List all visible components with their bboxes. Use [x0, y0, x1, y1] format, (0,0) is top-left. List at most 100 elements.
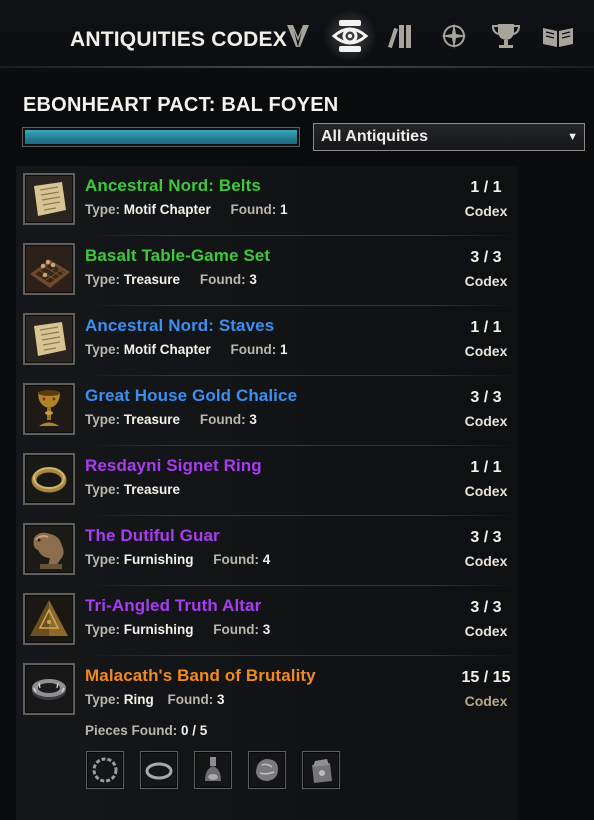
type-value: Treasure	[123, 272, 181, 287]
item-meta: Type: Ring Found: 3	[85, 692, 225, 707]
item-meta: Type: Treasure Found: 3	[85, 272, 257, 287]
type-label: Type:	[85, 552, 121, 567]
item-name: The Dutiful Guar	[85, 526, 220, 545]
found-value: 3	[249, 412, 257, 427]
type-value: Furnishing	[123, 622, 194, 637]
set-piece-slot[interactable]	[194, 751, 232, 789]
tab-codex[interactable]	[324, 10, 376, 62]
item-name: Great House Gold Chalice	[85, 386, 298, 405]
item-name: Ancestral Nord: Belts	[85, 176, 261, 195]
antiquity-row[interactable]: Ancestral Nord: Belts Type: Motif Chapte…	[16, 166, 518, 236]
ring-piece-icon	[145, 762, 173, 780]
pieces-found-text: Pieces Found: 0 / 5	[85, 723, 207, 738]
game-board-icon	[26, 246, 72, 292]
item-name: Ancestral Nord: Staves	[85, 316, 275, 335]
filter-selected-value: All Antiquities	[321, 128, 428, 145]
v-crest-icon	[287, 25, 309, 47]
antiquity-filter-dropdown[interactable]: All Antiquities ▼	[313, 123, 585, 151]
type-value: Treasure	[123, 482, 181, 497]
scroll-icon	[26, 176, 72, 222]
found-label: Found:	[230, 202, 277, 217]
codex-count: 1 / 1	[470, 459, 502, 476]
zone-progress-fill	[25, 130, 297, 144]
item-thumb	[23, 593, 75, 645]
set-piece-slot[interactable]	[248, 751, 286, 789]
type-label: Type:	[85, 342, 121, 357]
scroll-icon	[26, 316, 72, 362]
set-piece-slot[interactable]	[86, 751, 124, 789]
codex-count: 3 / 3	[470, 529, 502, 546]
tab-trophy[interactable]	[484, 14, 528, 58]
item-name: Resdayni Signet Ring	[85, 456, 262, 475]
tab-v-crest[interactable]	[276, 14, 320, 58]
type-label: Type:	[85, 202, 121, 217]
tab-open-book[interactable]	[536, 14, 580, 58]
item-thumb	[23, 383, 75, 435]
set-piece-slot[interactable]	[302, 751, 340, 789]
found-value: 3	[217, 692, 225, 707]
codex-label: Codex	[464, 693, 508, 709]
codex-label: Codex	[464, 413, 508, 429]
app-title: ANTIQUITIES CODEX	[70, 28, 287, 51]
tab-compass-star[interactable]	[432, 14, 476, 58]
ring-icon	[26, 456, 72, 502]
codex-count: 1 / 1	[470, 319, 502, 336]
type-value: Treasure	[123, 412, 181, 427]
vial-icon	[205, 757, 221, 781]
band-ring-icon	[26, 666, 72, 712]
open-book-icon	[543, 28, 573, 47]
type-label: Type:	[85, 692, 121, 707]
codex-label: Codex	[464, 623, 508, 639]
codex-count: 15 / 15	[461, 669, 511, 686]
codex-label: Codex	[464, 273, 508, 289]
item-thumb	[23, 173, 75, 225]
codex-count: 3 / 3	[470, 599, 502, 616]
type-label: Type:	[85, 272, 121, 287]
codex-label: Codex	[464, 483, 508, 499]
item-thumb	[23, 243, 75, 295]
antiquity-row[interactable]: Ancestral Nord: Staves Type: Motif Chapt…	[16, 306, 518, 376]
item-name: Basalt Table-Game Set	[85, 246, 271, 265]
codex-count: 3 / 3	[470, 249, 502, 266]
item-meta: Type: Motif Chapter Found: 1	[85, 202, 288, 217]
books-icon	[388, 25, 411, 49]
antiquity-row[interactable]: Basalt Table-Game Set Type: Treasure Fou…	[16, 236, 518, 306]
antiquity-row[interactable]: Resdayni Signet Ring Type: Treasure 1 / …	[16, 446, 518, 516]
type-value: Ring	[123, 692, 154, 707]
item-name: Malacath's Band of Brutality	[85, 666, 316, 685]
header-bar: ANTIQUITIES CODEX	[0, 0, 594, 72]
chain-icon	[92, 757, 118, 783]
codex-label: Codex	[464, 203, 508, 219]
zone-title: EBONHEART PACT: BAL FOYEN	[23, 94, 339, 116]
found-value: 3	[249, 272, 257, 287]
codex-count: 1 / 1	[470, 179, 502, 196]
type-label: Type:	[85, 622, 121, 637]
codex-label: Codex	[464, 343, 508, 359]
found-value: 1	[280, 342, 288, 357]
pouch-icon	[312, 759, 332, 783]
antiquity-row[interactable]: Great House Gold Chalice Type: Treasure …	[16, 376, 518, 446]
antiquity-row[interactable]: The Dutiful Guar Type: Furnishing Found:…	[16, 516, 518, 586]
set-piece-slot[interactable]	[140, 751, 178, 789]
chevron-down-icon: ▼	[567, 131, 578, 143]
type-label: Type:	[85, 482, 121, 497]
item-name: Tri-Angled Truth Altar	[85, 596, 262, 615]
item-meta: Type: Furnishing Found: 4	[85, 552, 270, 567]
codex-label: Codex	[464, 553, 508, 569]
chalice-icon	[26, 386, 72, 432]
found-label: Found:	[167, 692, 214, 707]
item-thumb	[23, 313, 75, 365]
found-value: 3	[262, 622, 271, 637]
header-divider	[0, 66, 594, 68]
type-value: Motif Chapter	[123, 202, 211, 217]
ore-chunk-icon	[256, 759, 278, 781]
type-value: Motif Chapter	[123, 342, 211, 357]
item-thumb	[23, 663, 75, 715]
codex-count: 3 / 3	[470, 389, 502, 406]
found-label: Found:	[199, 272, 246, 287]
guar-statue-icon	[26, 526, 72, 572]
item-meta: Type: Treasure Found: 3	[85, 412, 257, 427]
antiquity-row[interactable]: Tri-Angled Truth Altar Type: Furnishing …	[16, 586, 518, 656]
tab-books[interactable]	[380, 14, 424, 58]
item-thumb	[23, 453, 75, 505]
